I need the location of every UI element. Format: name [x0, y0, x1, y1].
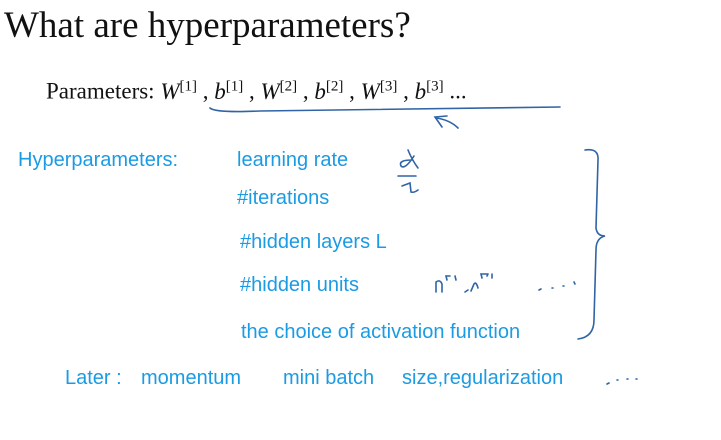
later-ellipsis-handwriting — [606, 378, 638, 385]
alpha-symbol — [399, 149, 419, 169]
tau-symbol — [401, 181, 419, 194]
slide: What are hyperparameters? Parameters: W[… — [0, 0, 721, 440]
handwritten-annotations — [209, 106, 638, 385]
n2-handwriting — [464, 273, 493, 293]
n1-handwriting — [435, 275, 457, 293]
ellipsis-handwriting — [538, 281, 576, 291]
arrow-up-left-icon — [433, 115, 459, 129]
underline-stroke — [209, 106, 561, 113]
curly-brace — [577, 148, 606, 340]
